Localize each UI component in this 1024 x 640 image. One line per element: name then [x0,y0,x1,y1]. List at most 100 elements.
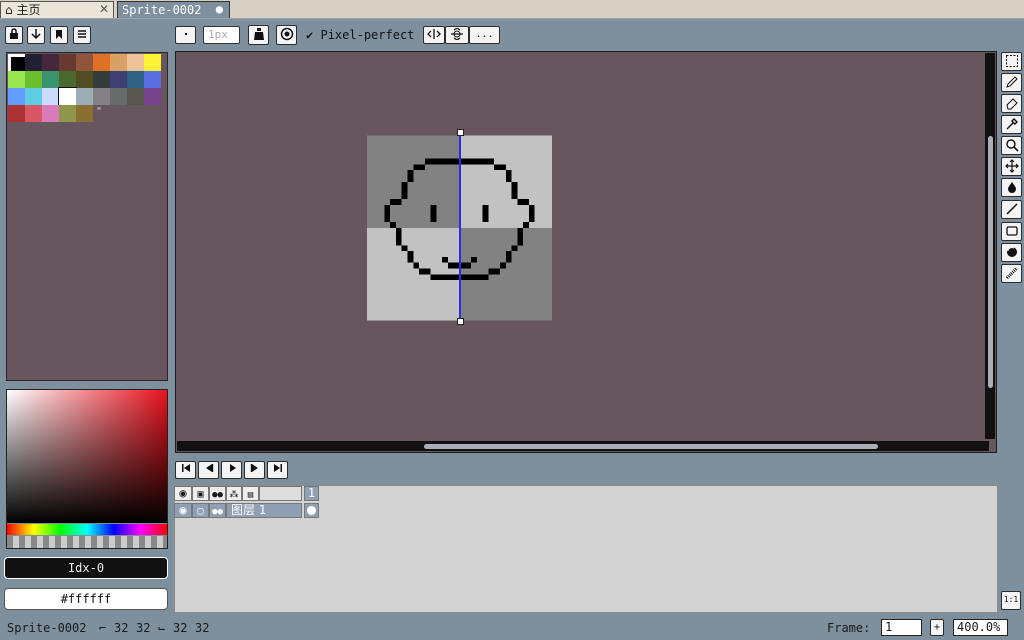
move-tool-button[interactable] [1001,157,1022,176]
palette-swatch[interactable] [59,105,76,122]
layer-groups-header[interactable]: ⁂ [226,486,242,501]
color-hex-button[interactable]: #ffffff [4,588,168,610]
first-frame-button[interactable] [175,461,196,479]
palette-swatch[interactable] [8,54,25,71]
color-index-button[interactable]: Idx-0 [4,557,168,579]
home-icon: ⌂ [5,3,13,17]
palette-swatch[interactable] [144,71,161,88]
tab-home[interactable]: ⌂ 主页 ✕ [0,1,114,18]
brush-size-input[interactable]: 1px [203,26,240,44]
palette-swatch[interactable] [8,71,25,88]
saturation-value-field[interactable] [7,390,167,523]
fill-tool-button[interactable] [1001,178,1022,197]
lock-palette-button[interactable] [5,26,23,44]
palette-swatch[interactable] [93,88,110,105]
symmetry-vertical-button[interactable] [445,26,469,44]
contiguous-icon [280,27,293,41]
palette-swatch[interactable] [25,71,42,88]
line-tool-button[interactable] [1001,200,1022,219]
cel-frame-1[interactable] [304,503,319,518]
marquee-tool-button[interactable] [1001,52,1022,71]
blur-tool-button[interactable] [1001,264,1022,283]
sprite-editor[interactable] [175,51,997,453]
palette-swatch[interactable] [110,71,127,88]
palette-swatch[interactable] [110,88,127,105]
contiguous-button[interactable] [276,25,297,45]
last-frame-button[interactable] [267,461,288,479]
palette-swatch[interactable] [76,54,93,71]
palette-swatch[interactable] [42,105,59,122]
horizontal-scroll-thumb[interactable] [424,444,878,449]
contour-icon [1006,247,1017,257]
lock-icon [10,28,18,39]
zoom-input[interactable]: 400.0% [953,619,1008,636]
palette-swatch[interactable] [93,71,110,88]
menu-icon [78,30,86,38]
palette-presets-button[interactable] [50,26,68,44]
palette-swatch[interactable] [93,54,110,71]
toggle-visibility-header[interactable]: ◉ [174,486,192,501]
palette-swatch[interactable] [25,88,42,105]
move-icon [1004,159,1019,173]
previous-frame-button[interactable] [198,461,219,479]
palette-swatch[interactable] [8,105,25,122]
contour-tool-button[interactable] [1001,243,1022,262]
next-frame-button[interactable] [244,461,265,479]
symmetry-handle-bottom[interactable] [457,318,464,325]
palette-swatch[interactable] [144,88,161,105]
pixel-perfect-toggle[interactable]: ✔ Pixel-perfect [306,26,414,44]
palette-swatch[interactable] [76,88,93,105]
layer-lock-toggle[interactable]: ▢ [192,503,209,518]
frame-header-1[interactable]: 1 [304,486,319,501]
tab-sprite[interactable]: Sprite-0002 ● [117,1,230,18]
palette-swatch[interactable] [144,54,161,71]
palette-options-button[interactable] [73,26,91,44]
symmetry-handle-top[interactable] [457,129,464,136]
palette-swatch[interactable] [42,54,59,71]
palette-swatch[interactable] [42,88,59,105]
rectangle-tool-button[interactable] [1001,222,1022,241]
symmetry-horizontal-button[interactable] [423,26,445,44]
play-button[interactable] [221,461,242,479]
layer-header-spacer [259,486,302,501]
palette-swatch[interactable] [25,105,42,122]
toggle-lock-header[interactable]: ▣ [192,486,209,501]
palette-swatch[interactable] [59,54,76,71]
color-picker[interactable] [6,389,168,549]
palette-swatch[interactable] [42,71,59,88]
hue-slider[interactable] [7,524,167,535]
palette-swatch[interactable] [127,54,144,71]
palette-swatch[interactable] [76,71,93,88]
arrow-down-icon [31,29,41,40]
zoom-actual-size-button[interactable]: 1:1 [1001,591,1021,610]
palette-swatch[interactable] [8,88,25,105]
palette-swatch[interactable] [110,54,127,71]
frame-number-input[interactable]: 1 [881,619,922,636]
layer-name[interactable]: 图层 1 [226,503,302,518]
brush-shape-button[interactable] [175,26,196,44]
frame-add-button[interactable]: + [930,619,944,636]
pencil-icon [1005,76,1018,88]
onion-skin-button[interactable]: ▤ [242,486,259,501]
palette-swatch[interactable] [127,71,144,88]
sort-palette-button[interactable] [27,26,45,44]
ink-button[interactable] [248,25,269,45]
pencil-tool-button[interactable] [1001,73,1022,92]
palette-swatch[interactable] [127,88,144,105]
palette-swatch[interactable] [58,87,77,106]
symmetry-options-button[interactable]: ... [469,26,500,44]
zoom-tool-button[interactable] [1001,136,1022,155]
palette-swatch[interactable] [76,105,93,122]
palette-swatch[interactable] [59,71,76,88]
sprite-size-icon: ⌐ [99,621,107,635]
palette-swatch[interactable] [25,54,42,71]
vertical-scroll-thumb[interactable] [988,136,993,388]
eyedropper-tool-button[interactable] [1001,115,1022,134]
eraser-tool-button[interactable] [1001,94,1022,113]
layer-visibility-toggle[interactable]: ◉ [174,503,192,518]
alpha-slider[interactable] [7,536,167,548]
layer-continuous-toggle[interactable]: ●● [209,503,226,518]
close-tab-icon[interactable]: ✕ [99,2,109,17]
toggle-continuous-header[interactable]: ●● [209,486,226,501]
blur-icon [1005,266,1018,280]
